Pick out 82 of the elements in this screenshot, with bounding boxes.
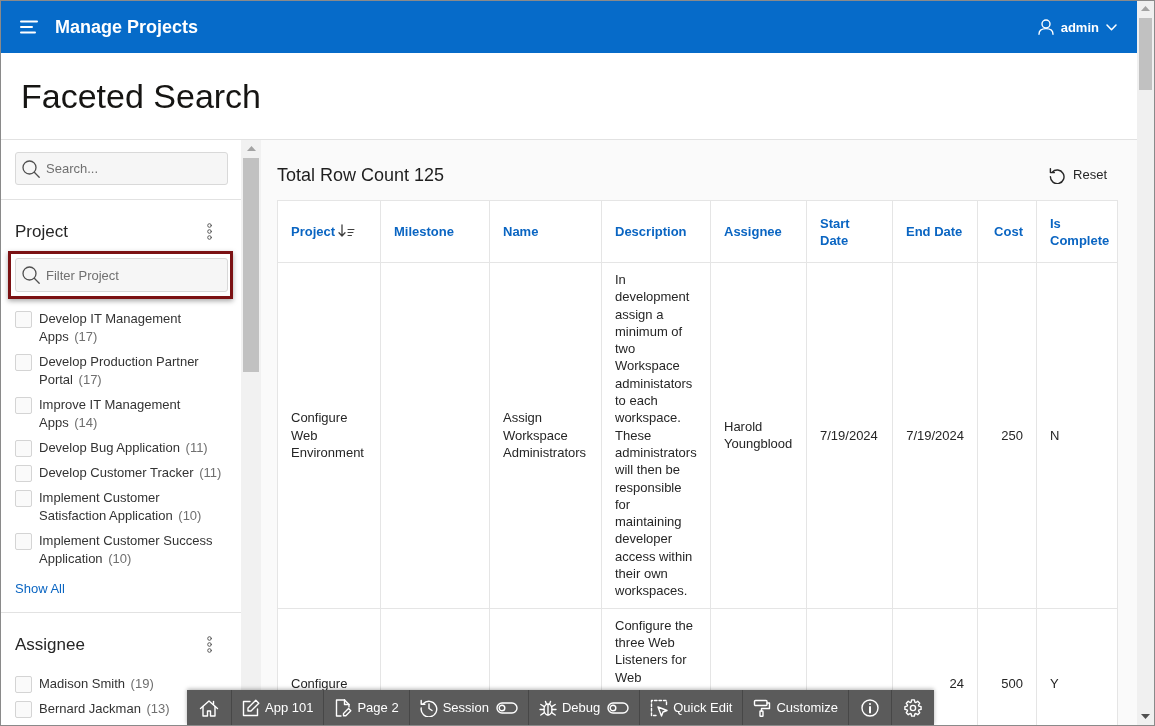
customize-button[interactable]: Customize (742, 690, 848, 725)
debug-button[interactable]: Debug (527, 690, 640, 725)
column-header[interactable]: Description (601, 200, 711, 263)
paint-roller-icon (753, 698, 772, 717)
end-date: 24 (949, 676, 964, 692)
cost-value: 500 (1001, 676, 1023, 692)
column-header[interactable]: Assignee (710, 200, 807, 263)
app-button[interactable]: App 101 (231, 690, 324, 725)
page-edit-icon (334, 698, 353, 717)
checkbox[interactable] (15, 701, 32, 718)
app-title: Manage Projects (55, 18, 199, 36)
toggle-icon[interactable] (495, 701, 518, 714)
option-label[interactable]: Implement Customer Success Application (10) (39, 532, 228, 568)
description-text: Configure the three Web Listeners for Web (615, 617, 694, 685)
completion-status: Y (1050, 676, 1059, 692)
edit-icon (242, 698, 260, 717)
column-header[interactable]: Cost (977, 200, 1037, 263)
checkbox[interactable] (15, 440, 32, 457)
reset-button[interactable]: Reset (1041, 160, 1115, 190)
checkbox[interactable] (15, 490, 32, 507)
column-header[interactable]: Project (277, 200, 381, 263)
scrollbar-thumb[interactable] (1139, 18, 1152, 90)
bug-icon (538, 698, 557, 717)
checkbox[interactable] (15, 397, 32, 414)
search-icon (22, 159, 40, 178)
chevron-down-icon (1106, 23, 1117, 31)
project-name: Configure Web Environment (291, 410, 364, 460)
sort-icon (338, 224, 356, 238)
info-icon (860, 698, 879, 717)
end-date: 7/19/2024 (906, 427, 964, 443)
menu-button[interactable] (20, 20, 38, 34)
clock-history-icon (419, 698, 438, 717)
checkbox[interactable] (15, 533, 32, 550)
scroll-up-icon[interactable] (246, 146, 256, 151)
option-label[interactable]: Madison Smith (19) (39, 675, 154, 693)
checkbox[interactable] (15, 465, 32, 482)
show-all-link[interactable]: Show All (15, 580, 65, 598)
filter-field[interactable]: Filter Project (15, 258, 228, 292)
column-header[interactable]: Milestone (380, 200, 490, 263)
user-menu[interactable]: admin (1037, 19, 1117, 35)
assignee-name: Harold Youngblood (724, 419, 793, 452)
facet-title: Project (15, 222, 68, 240)
option-label[interactable]: Develop Customer Tracker (11) (39, 464, 222, 482)
session-button[interactable]: Session (408, 690, 528, 725)
search-field[interactable]: Search... (15, 152, 228, 185)
home-icon (199, 698, 219, 717)
option-label[interactable]: Develop IT Management Apps (17) (39, 310, 228, 346)
option-label[interactable]: Develop Bug Application (11) (39, 439, 208, 457)
column-header[interactable]: Is Complete (1036, 200, 1118, 263)
cursor-select-icon (650, 698, 669, 717)
completion-status: N (1050, 427, 1060, 443)
facet-title: Assignee (15, 635, 85, 653)
option-label[interactable]: Implement Customer Satisfaction Application (10) (39, 489, 228, 525)
scrollbar-thumb[interactable] (243, 158, 259, 372)
checkbox[interactable] (15, 311, 32, 328)
start-date: 7/19/2024 (820, 427, 878, 443)
scroll-down-icon[interactable] (1141, 714, 1150, 719)
page-title: Faceted Search (21, 79, 262, 113)
menu-icon (20, 20, 38, 34)
option-label[interactable]: Bernard Jackman (13) (39, 700, 170, 718)
scroll-up-icon[interactable] (1141, 6, 1150, 11)
option-label[interactable]: Improve IT Management Apps (14) (39, 396, 228, 432)
column-header[interactable]: Name (489, 200, 602, 263)
checkbox[interactable] (15, 354, 32, 371)
search-icon (22, 266, 40, 284)
checkbox[interactable] (15, 676, 32, 693)
cost-value: 250 (1001, 427, 1023, 443)
column-header[interactable]: Start Date (806, 200, 893, 263)
option-label[interactable]: Develop Production Partner Portal (17) (39, 353, 228, 389)
more-options-icon[interactable] (206, 222, 213, 240)
description-text: In development assign a minimum of two Workspace administators to each workspace. These administrators will then be responsible for maintaining developer access within their own workspaces. (615, 272, 697, 599)
undo-icon (1049, 166, 1067, 184)
more-options-icon[interactable] (206, 635, 213, 653)
task-name: Assign Workspace Administrators (503, 410, 587, 460)
settings-icon (903, 698, 922, 717)
toggle-icon[interactable] (607, 701, 630, 714)
column-header[interactable]: End Date (892, 200, 978, 263)
user-icon (1037, 19, 1054, 35)
page-button[interactable]: Page 2 (323, 690, 409, 725)
report-title: Total Row Count 125 (277, 166, 445, 184)
quick-edit-button[interactable]: Quick Edit (639, 690, 743, 725)
project-name: Configure (291, 676, 348, 692)
